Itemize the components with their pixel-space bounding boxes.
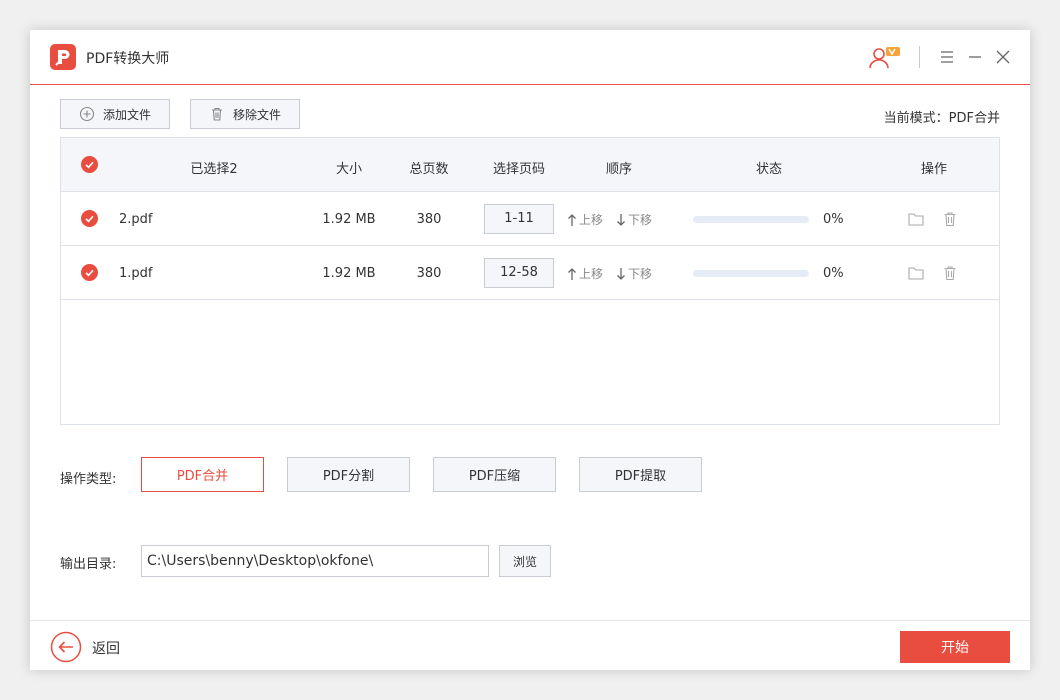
file-name: 1.pdf — [119, 266, 153, 281]
start-button[interactable]: 开始 — [900, 631, 1010, 663]
progress-percent: 0% — [823, 212, 844, 227]
table-row: 1.pdf 1.92 MB 380 12-58 上移 下移 0% — [61, 246, 999, 300]
file-size: 1.92 MB — [322, 212, 376, 227]
minimize-icon[interactable] — [964, 46, 986, 68]
output-dir-label: 输出目录: — [60, 557, 117, 572]
remove-file-button[interactable]: 移除文件 — [190, 99, 300, 129]
arrow-up-icon — [568, 267, 576, 280]
header-order: 顺序 — [605, 162, 633, 177]
back-arrow-icon[interactable] — [50, 631, 82, 663]
close-icon[interactable] — [992, 46, 1014, 68]
move-up-label: 上移 — [579, 267, 604, 281]
folder-icon[interactable] — [907, 264, 925, 282]
operation-type-label: 操作类型: — [60, 472, 117, 487]
trash-icon[interactable] — [941, 210, 959, 228]
header-selected: 已选择2 — [190, 162, 238, 177]
move-up-button[interactable]: 上移 — [567, 211, 603, 228]
header-actions: 操作 — [920, 162, 948, 177]
app-window: PDF转换大师 添加文件 移除文件 当前模式：PDF合并 已选择2 大小 总页数… — [30, 30, 1030, 670]
browse-button[interactable]: 浏览 — [499, 545, 551, 577]
remove-file-label: 移除文件 — [233, 107, 282, 122]
add-file-button[interactable]: 添加文件 — [60, 99, 170, 129]
row-check-icon[interactable] — [81, 210, 98, 227]
pdf-split-button[interactable]: PDF分割 — [287, 457, 410, 492]
row-check-icon[interactable] — [81, 264, 98, 281]
file-size: 1.92 MB — [322, 266, 376, 281]
title-divider — [919, 46, 920, 68]
arrow-down-icon — [617, 267, 625, 280]
header-status: 状态 — [755, 162, 783, 177]
move-up-button[interactable]: 上移 — [567, 265, 603, 282]
progress-bar — [693, 270, 809, 277]
add-file-label: 添加文件 — [103, 107, 152, 122]
select-all-check-icon[interactable] — [81, 156, 98, 173]
header-page-range: 选择页码 — [492, 162, 546, 177]
plus-circle-icon — [79, 106, 95, 122]
move-down-button[interactable]: 下移 — [616, 265, 652, 282]
output-path-input[interactable]: C:\Users\benny\Desktop\okfone\ — [141, 545, 489, 577]
pdf-logo-icon — [50, 44, 76, 70]
footer: 返回 开始 — [30, 620, 1030, 670]
current-mode-label: 当前模式：PDF合并 — [883, 111, 1000, 126]
move-up-label: 上移 — [579, 213, 604, 227]
trash-icon[interactable] — [941, 264, 959, 282]
page-range-input[interactable]: 1-11 — [484, 204, 554, 234]
back-button[interactable]: 返回 — [92, 638, 120, 658]
user-vip-icon[interactable] — [866, 44, 902, 72]
file-pages: 380 — [416, 266, 442, 281]
move-down-button[interactable]: 下移 — [616, 211, 652, 228]
trash-icon — [212, 107, 222, 121]
title-bar: PDF转换大师 — [30, 30, 1030, 85]
menu-icon[interactable] — [936, 46, 958, 68]
folder-icon[interactable] — [907, 210, 925, 228]
progress-bar — [693, 216, 809, 223]
table-row: 2.pdf 1.92 MB 380 1-11 上移 下移 0% — [61, 192, 999, 246]
progress-percent: 0% — [823, 266, 844, 281]
file-pages: 380 — [416, 212, 442, 227]
pdf-compress-button[interactable]: PDF压缩 — [433, 457, 556, 492]
file-name: 2.pdf — [119, 212, 153, 227]
file-table: 已选择2 大小 总页数 选择页码 顺序 状态 操作 2.pdf 1.92 MB … — [60, 137, 1000, 425]
app-title: PDF转换大师 — [86, 51, 170, 67]
move-down-label: 下移 — [628, 213, 653, 227]
header-pages: 总页数 — [409, 162, 449, 177]
pdf-merge-button[interactable]: PDF合并 — [141, 457, 264, 492]
arrow-down-icon — [617, 213, 625, 226]
page-range-input[interactable]: 12-58 — [484, 258, 554, 288]
table-header: 已选择2 大小 总页数 选择页码 顺序 状态 操作 — [61, 138, 999, 192]
header-size: 大小 — [335, 162, 363, 177]
move-down-label: 下移 — [628, 267, 653, 281]
pdf-extract-button[interactable]: PDF提取 — [579, 457, 702, 492]
arrow-up-icon — [568, 213, 576, 226]
